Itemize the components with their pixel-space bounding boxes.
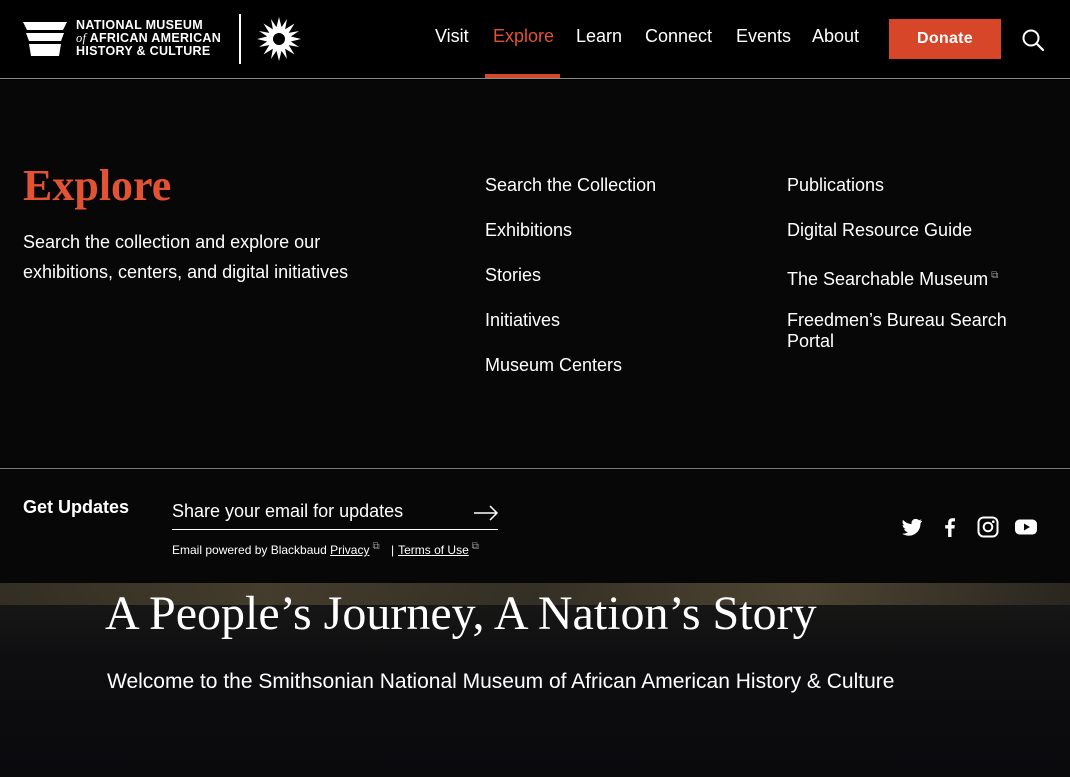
nav-connect[interactable]: Connect bbox=[645, 26, 712, 47]
terms-link-label: Terms of Use bbox=[398, 543, 469, 557]
twitter-icon[interactable] bbox=[900, 515, 924, 539]
menu-link-freedmens-line-2: Portal bbox=[787, 331, 835, 351]
terms-link[interactable]: Terms of Use bbox=[398, 543, 469, 557]
external-link-icon: ⧉ bbox=[372, 541, 380, 552]
menu-link-freedmens-line-1: Freedmen’s Bureau Search bbox=[787, 310, 1007, 330]
powered-by-text: Email powered by Blackbaud bbox=[172, 543, 327, 557]
menu-link-stories[interactable]: Stories bbox=[485, 265, 541, 286]
email-signup-input[interactable] bbox=[172, 493, 498, 530]
youtube-icon[interactable] bbox=[1014, 515, 1038, 539]
nav-learn[interactable]: Learn bbox=[576, 26, 622, 47]
nav-events[interactable]: Events bbox=[736, 26, 791, 47]
menu-link-searchable-museum[interactable]: The Searchable Museum ⧉ bbox=[787, 265, 998, 290]
nav-active-indicator bbox=[485, 74, 560, 78]
instagram-icon[interactable] bbox=[976, 515, 1000, 539]
menu-link-exhibitions[interactable]: Exhibitions bbox=[485, 220, 572, 241]
nav-about[interactable]: About bbox=[812, 26, 859, 47]
hero-section: A People’s Journey, A Nation’s Story Wel… bbox=[0, 583, 1070, 777]
privacy-link[interactable]: Privacy bbox=[330, 543, 369, 557]
email-powered-by: Email powered by Blackbaud Privacy ⧉ | Ter… bbox=[172, 541, 479, 557]
external-link-icon: ⧉ bbox=[471, 541, 479, 552]
explore-mega-menu: Explore Search the collection and explor… bbox=[0, 80, 1070, 468]
menu-link-museum-centers[interactable]: Museum Centers bbox=[485, 355, 622, 376]
get-updates-label: Get Updates bbox=[23, 497, 130, 517]
donate-button[interactable]: Donate bbox=[889, 19, 1001, 59]
menu-link-initiatives[interactable]: Initiatives bbox=[485, 310, 560, 331]
search-icon[interactable] bbox=[1021, 28, 1045, 52]
submit-arrow-icon[interactable] bbox=[472, 503, 500, 523]
mega-menu-title: Explore bbox=[23, 161, 172, 210]
menu-link-search-collection[interactable]: Search the Collection bbox=[485, 175, 656, 196]
link-separator: | bbox=[390, 543, 395, 557]
menu-link-freedmens-bureau[interactable]: Freedmen’s Bureau Search Portal bbox=[787, 310, 1007, 352]
hero-subtitle: Welcome to the Smithsonian National Muse… bbox=[107, 670, 895, 693]
privacy-link-label: Privacy bbox=[330, 543, 370, 557]
menu-link-searchable-museum-label: The Searchable Museum bbox=[787, 269, 989, 289]
hero-title: A People’s Journey, A Nation’s Story bbox=[105, 587, 817, 640]
menu-link-publications[interactable]: Publications bbox=[787, 175, 884, 196]
site-header: NATIONAL MUSEUM of AFRICAN AMERICAN HIST… bbox=[0, 0, 1070, 79]
menu-link-digital-resource-guide[interactable]: Digital Resource Guide bbox=[787, 220, 972, 241]
mega-menu-description: Search the collection and explore our ex… bbox=[23, 232, 349, 282]
nav-explore[interactable]: Explore bbox=[493, 26, 554, 47]
external-link-icon: ⧉ bbox=[991, 270, 999, 281]
facebook-icon[interactable] bbox=[938, 515, 962, 539]
updates-bar: Get Updates Email powered by Blackbaud P… bbox=[0, 468, 1070, 583]
nav-visit[interactable]: Visit bbox=[435, 26, 469, 47]
